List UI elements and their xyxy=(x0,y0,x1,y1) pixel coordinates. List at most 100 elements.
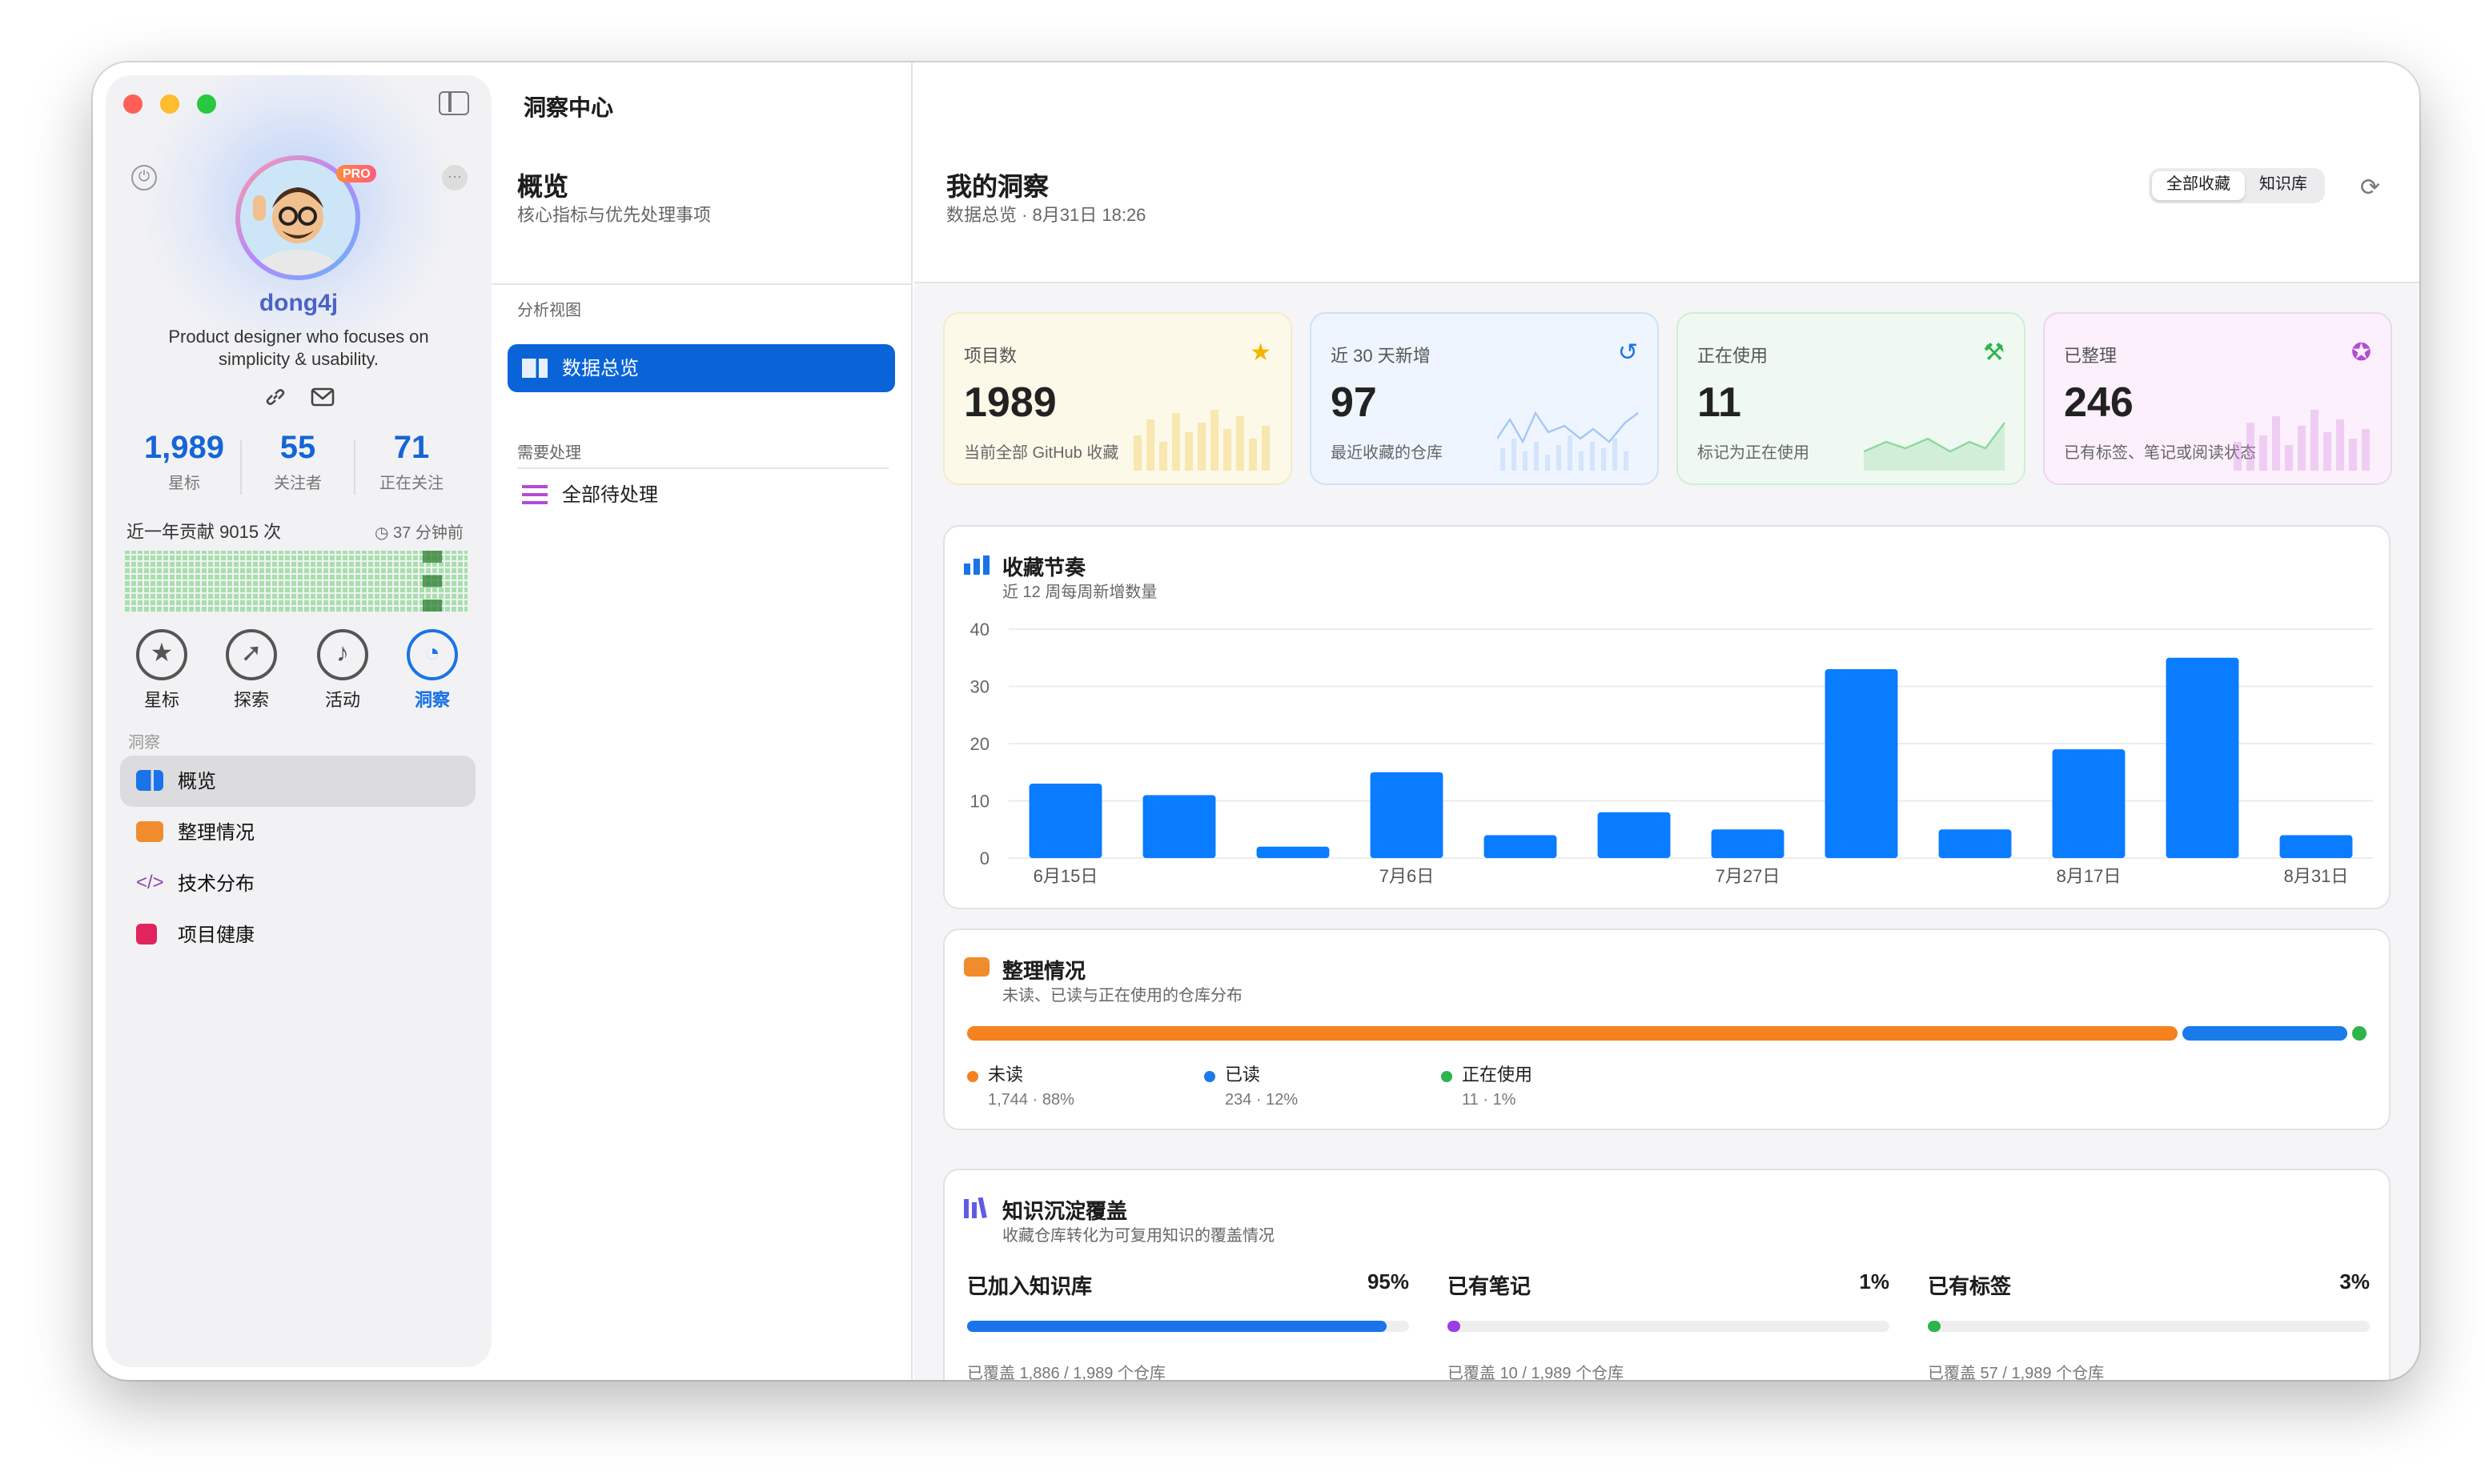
minimize-window-button[interactable] xyxy=(160,94,179,114)
in-use-segment[interactable] xyxy=(2352,1026,2367,1041)
bar[interactable] xyxy=(1142,795,1216,858)
organize-subtitle: 未读、已读与正在使用的仓库分布 xyxy=(1002,988,1242,1005)
sidebar-item-health[interactable]: 项目健康 xyxy=(120,909,476,961)
card-in-use[interactable]: 正在使用 ⚒ 11 标记为正在使用 xyxy=(1676,312,2025,485)
y-tick-label: 30 xyxy=(970,677,990,697)
card-organized[interactable]: 已整理 ✪ 246 已有标签、笔记或阅读状态 xyxy=(2043,312,2392,485)
bar[interactable] xyxy=(1825,669,1898,858)
clock-icon: ◷ xyxy=(375,525,394,543)
overview-icon xyxy=(136,770,163,791)
sidebar-item-tech[interactable]: </> 技术分布 xyxy=(120,858,476,909)
legend-read: 已读 234 · 12% xyxy=(1204,1061,1298,1109)
bar[interactable] xyxy=(1370,772,1443,858)
x-tick-label: 7月6日 xyxy=(1379,866,1434,886)
segment-knowledge-base[interactable]: 知识库 xyxy=(2245,171,2322,200)
sidebar-item-organize[interactable]: 整理情况 xyxy=(120,807,476,858)
sidebar-item-overview[interactable]: 概览 xyxy=(120,756,476,807)
main-content: 我的洞察 数据总览 · 8月31日 18:26 全部收藏 知识库 ⟳ 项目数 ★… xyxy=(914,62,2419,1380)
card-project-count[interactable]: 项目数 ★ 1989 当前全部 GitHub 收藏 xyxy=(943,312,1292,485)
app-window: ⏻ ··· PRO dong4j Product designer who fo… xyxy=(93,62,2419,1380)
overview-heading: 概览 xyxy=(517,174,569,202)
status-stacked-bar[interactable] xyxy=(967,1026,2367,1041)
knowledge-panel: 知识沉淀覆盖 收藏仓库转化为可复用知识的覆盖情况 已加入知识库 95% 已覆盖 1… xyxy=(943,1169,2391,1380)
sidebar-toggle-icon[interactable] xyxy=(439,91,469,115)
page-subtitle: 数据总览 · 8月31日 18:26 xyxy=(946,207,1146,226)
coverage-knowledge-base[interactable]: 已加入知识库 95% 已覆盖 1,886 / 1,989 个仓库 xyxy=(967,1269,1409,1380)
sidebar: ⏻ ··· PRO dong4j Product designer who fo… xyxy=(106,75,492,1367)
contribution-count: 近一年贡献 9015 次 xyxy=(126,523,282,543)
app-title: 洞察中心 xyxy=(524,94,613,120)
all-pending-item[interactable]: 全部待处理 xyxy=(508,471,895,519)
bar[interactable] xyxy=(2052,749,2126,858)
bar[interactable] xyxy=(1938,829,2012,858)
middle-column: 洞察中心 概览 核心指标与优先处理事项 分析视图 数据总览 需要处理 全部待处理 xyxy=(492,62,913,1380)
quick-action-activity[interactable]: ♪ 活动 xyxy=(303,629,383,712)
knowledge-subtitle: 收藏仓库转化为可复用知识的覆盖情况 xyxy=(1002,1228,1275,1245)
close-window-button[interactable] xyxy=(123,94,143,114)
overview-icon xyxy=(522,359,548,378)
bar[interactable] xyxy=(1597,812,1671,858)
data-overview-item[interactable]: 数据总览 xyxy=(508,344,895,392)
contribution-heatmap[interactable] xyxy=(125,551,468,612)
knowledge-title: 知识沉淀覆盖 xyxy=(1002,1199,1128,1223)
segment-all-stars[interactable]: 全部收藏 xyxy=(2152,171,2245,200)
x-tick-label: 8月31日 xyxy=(2284,866,2349,886)
group-label-views: 分析视图 xyxy=(517,303,581,320)
compass-icon: ➚ xyxy=(226,629,277,680)
bar[interactable] xyxy=(1256,846,1330,858)
stat-following[interactable]: 71 正在关注 xyxy=(355,431,468,493)
section-label: 洞察 xyxy=(128,735,160,752)
check-badge-icon: ✪ xyxy=(2351,339,2371,367)
bar[interactable] xyxy=(1029,784,1102,858)
organize-title: 整理情况 xyxy=(1002,959,1086,983)
user-bio: Product designer who focuses on simplici… xyxy=(168,328,429,370)
star-icon: ★ xyxy=(1250,339,1271,367)
quick-action-explore[interactable]: ➚ 探索 xyxy=(211,629,291,712)
page-title: 我的洞察 xyxy=(946,174,1050,202)
y-tick-label: 20 xyxy=(970,734,990,754)
pro-badge: PRO xyxy=(336,165,377,182)
bar[interactable] xyxy=(2279,835,2353,858)
refresh-icon[interactable]: ⟳ xyxy=(2360,173,2380,202)
legend-in-use: 正在使用 11 · 1% xyxy=(1441,1061,1532,1109)
quick-action-insights[interactable]: ◔ 洞察 xyxy=(392,629,472,712)
card-sparkbars xyxy=(1134,410,1270,471)
overview-subheading: 核心指标与优先处理事项 xyxy=(517,207,711,226)
link-icon[interactable] xyxy=(264,386,287,408)
coverage-fill xyxy=(967,1321,1387,1332)
unread-segment[interactable] xyxy=(967,1026,2178,1041)
bar[interactable] xyxy=(2166,657,2239,858)
card-sparkline xyxy=(1497,411,1639,471)
card-new-30-days[interactable]: 近 30 天新增 ↺ 97 最近收藏的仓库 xyxy=(1310,312,1659,485)
coverage-notes[interactable]: 已有笔记 1% 已覆盖 10 / 1,989 个仓库 xyxy=(1447,1269,1889,1380)
history-icon: ↺ xyxy=(1617,339,1638,367)
stat-followers[interactable]: 55 关注者 xyxy=(242,431,354,493)
group-label-todo: 需要处理 xyxy=(517,445,581,463)
stat-stars[interactable]: 1,989 星标 xyxy=(128,431,240,493)
health-icon xyxy=(136,924,157,945)
contribution-updated: ◷ 37 分钟前 xyxy=(375,525,464,543)
read-segment[interactable] xyxy=(2182,1026,2348,1041)
bar[interactable] xyxy=(1483,835,1557,858)
coverage-fill xyxy=(1928,1321,1941,1332)
tray-icon xyxy=(964,957,990,977)
mail-icon[interactable] xyxy=(311,387,335,407)
scope-segmented-control[interactable]: 全部收藏 知识库 xyxy=(2149,168,2325,203)
bar[interactable] xyxy=(1711,829,1784,858)
more-icon[interactable]: ··· xyxy=(442,165,468,191)
books-icon xyxy=(964,1197,990,1219)
code-icon: </> xyxy=(136,871,164,893)
tray-icon xyxy=(136,821,163,842)
y-tick-label: 10 xyxy=(970,792,990,812)
username[interactable]: dong4j xyxy=(106,290,492,317)
quick-action-stars[interactable]: ★ 星标 xyxy=(122,629,202,712)
organize-panel: 整理情况 未读、已读与正在使用的仓库分布 未读 1,744 · 88% 已读 234… xyxy=(943,929,2391,1130)
power-icon[interactable]: ⏻ xyxy=(131,165,157,191)
weekly-bar-chart[interactable]: 0 10 20 30 40 6月15日 7月6日 7月27日 8月17日 8月31日 xyxy=(945,527,2392,911)
zoom-window-button[interactable] xyxy=(197,94,216,114)
legend-unread: 未读 1,744 · 88% xyxy=(967,1061,1074,1109)
coverage-tags[interactable]: 已有标签 3% 已覆盖 57 / 1,989 个仓库 xyxy=(1928,1269,2370,1380)
checklist-icon xyxy=(522,485,548,504)
coverage-fill xyxy=(1447,1321,1461,1332)
x-tick-label: 7月27日 xyxy=(1716,866,1780,886)
